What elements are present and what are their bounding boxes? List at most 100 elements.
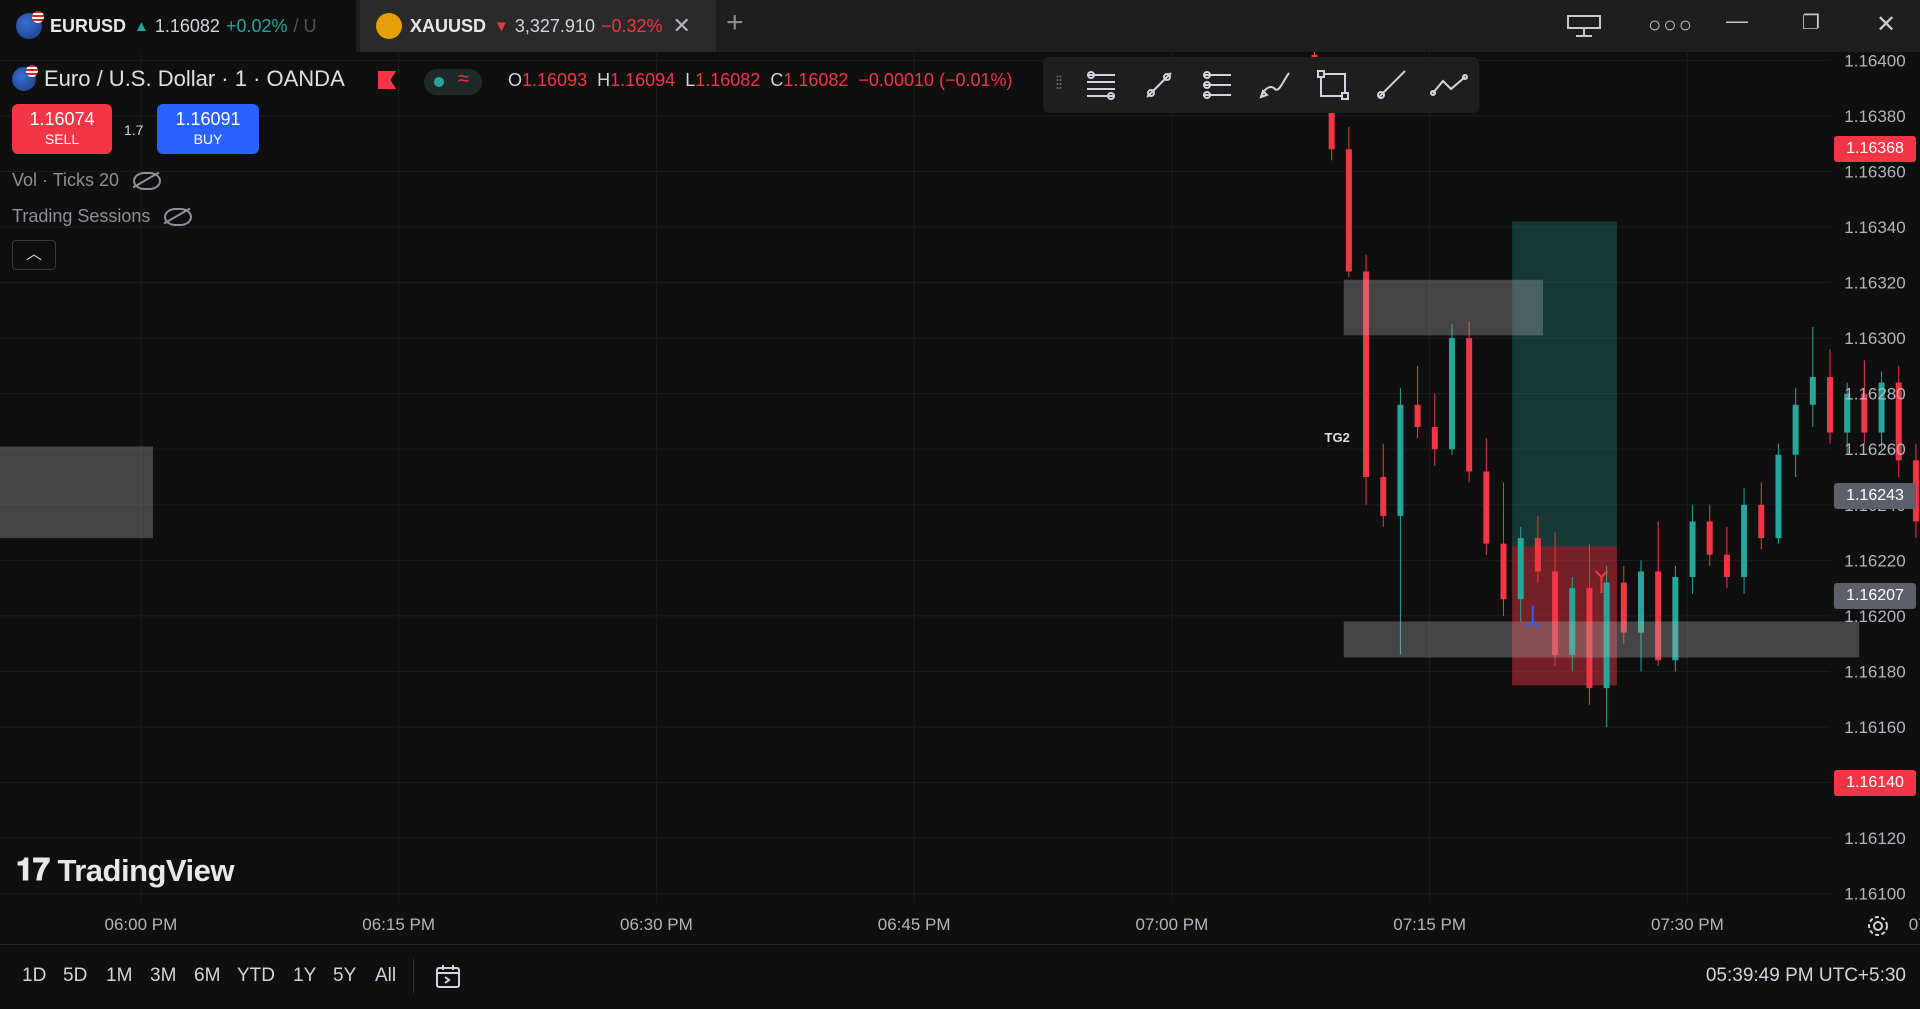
ray-line-icon[interactable] [1373, 69, 1409, 101]
chart-settings-icon[interactable] [1866, 914, 1890, 938]
price-zone-rectangle [1343, 621, 1860, 658]
x-axis-tick-label: 06:15 PM [362, 915, 435, 934]
trend-line-icon[interactable] [1141, 69, 1177, 101]
candlestick-chart[interactable]: 1.16400 1.16380 1.16360 1.16340 1.16320 1.163… [0, 52, 1920, 940]
ohlc-legend: O1.16093 H1.16094 L1.16082 C1.16082 −0.0… [508, 70, 1013, 90]
rectangle-icon[interactable] [1315, 69, 1351, 101]
ohlc-change: −0.00010 (−0.01%) [858, 70, 1013, 90]
buy-price: 1.16091 [175, 109, 241, 129]
market-status-badge[interactable] [424, 68, 482, 95]
x-axis-tick-label: 07:30 PM [1651, 915, 1724, 934]
candle-body [1345, 149, 1352, 272]
candle-body [1689, 521, 1696, 577]
y-axis-tick-label: 1.16160 [1844, 718, 1905, 737]
buy-button[interactable]: 1.16091 BUY [157, 104, 259, 154]
present-screen-icon[interactable] [1566, 14, 1602, 38]
candle-body [1500, 543, 1507, 600]
price-zone-rectangle [1343, 279, 1544, 336]
price-axis-label[interactable]: 1.16207 [1834, 583, 1916, 610]
chart-area[interactable]: 1.16400 1.16380 1.16360 1.16340 1.16320 1.163… [0, 52, 1920, 940]
toolbar-divider [413, 959, 414, 993]
candle-body [1706, 521, 1713, 555]
x-axis-tick-label: 06:45 PM [878, 915, 951, 934]
x-axis-tick-label: 06:00 PM [105, 915, 178, 934]
price-axis-label[interactable]: 1.16243 [1834, 483, 1916, 510]
drag-handle-icon[interactable]: ⁞⁞ [1055, 73, 1063, 94]
range-3m[interactable]: 3M [150, 965, 176, 987]
collapse-legend-button[interactable]: ︿ [12, 240, 56, 270]
spread-value: 1.7 [124, 122, 144, 138]
price-zone-rectangle [0, 446, 153, 539]
new-tab-plus-icon[interactable]: + [726, 6, 744, 40]
restore-window-icon[interactable]: ❐ [1802, 10, 1820, 35]
eye-hidden-icon[interactable] [164, 207, 193, 226]
chart-annotation[interactable]: TG2 [1325, 430, 1350, 445]
minimize-icon[interactable]: — [1726, 8, 1748, 34]
candle-body [1809, 377, 1816, 405]
range-1y[interactable]: 1Y [293, 965, 316, 987]
up-arrow-icon: ▲ [134, 17, 149, 35]
tab-bar: EURUSD ▲ 1.16082 +0.02% / U XAUUSD ▼ 3,3… [0, 0, 1920, 52]
ohlc-close: 1.16082 [783, 70, 849, 90]
candle-body [1741, 504, 1748, 577]
y-axis-tick-label: 1.16200 [1844, 607, 1905, 626]
tradingview-watermark: 𝟏𝟕 TradingView [16, 852, 235, 889]
timezone-clock[interactable]: 05:39:49 PM UTC+5:30 [1706, 965, 1906, 987]
indicator-label: Trading Sessions [12, 206, 151, 226]
range-all[interactable]: All [375, 965, 396, 987]
sell-label: SELL [44, 131, 80, 147]
path-icon[interactable] [1429, 69, 1469, 101]
tab-change: −0.32% [600, 15, 663, 36]
tab-overflow-text: / U [293, 15, 317, 36]
sell-price: 1.16074 [29, 109, 95, 129]
candle-body [1723, 554, 1730, 577]
indicator-trading-sessions[interactable]: Trading Sessions [12, 206, 193, 227]
price-axis-label[interactable]: 1.16140 [1834, 769, 1916, 796]
y-axis-tick-label: 1.16100 [1844, 885, 1905, 904]
candle-body [1792, 404, 1799, 455]
range-5y[interactable]: 5Y [333, 965, 356, 987]
stop-loss-zone [1512, 546, 1617, 686]
down-arrow-icon: ▼ [494, 17, 509, 35]
x-axis-tick-label: 06:30 PM [620, 915, 693, 934]
range-6m[interactable]: 6M [194, 965, 220, 987]
ohlc-low: 1.16082 [695, 70, 761, 90]
tradingview-logo-icon: 𝟏𝟕 [16, 852, 50, 887]
tab-xauusd[interactable]: XAUUSD ▼ 3,327.910 −0.32% ✕ [360, 0, 716, 52]
close-window-icon[interactable]: ✕ [1876, 10, 1896, 39]
calendar-goto-icon[interactable] [434, 962, 462, 990]
indicator-label: Vol · Ticks 20 [12, 170, 120, 190]
candle-body [1414, 404, 1421, 427]
fib-retracement-icon[interactable] [1083, 69, 1119, 101]
symbol-legend[interactable]: Euro / U.S. Dollar · 1 · OANDA [12, 65, 345, 92]
y-axis-tick-label: 1.16320 [1844, 274, 1905, 293]
eye-hidden-icon[interactable] [133, 171, 162, 190]
candle-body [1380, 477, 1387, 516]
brush-icon[interactable] [1257, 69, 1293, 101]
indicator-volume[interactable]: Vol · Ticks 20 [12, 170, 162, 191]
eu-us-flag-icon [12, 65, 38, 91]
tab-change: +0.02% [225, 15, 288, 36]
tab-eurusd[interactable]: EURUSD ▲ 1.16082 +0.02% / U [0, 0, 356, 52]
buy-label: BUY [193, 131, 223, 147]
bottom-toolbar: 1D 5D 1M 3M 6M YTD 1Y 5Y All 05:39:49 PM… [0, 944, 1920, 1009]
candle-body [1758, 504, 1765, 539]
range-ytd[interactable]: YTD [237, 965, 275, 987]
price-axis-label[interactable]: 1.16368 [1834, 136, 1916, 163]
y-axis-tick-label: 1.16260 [1844, 440, 1905, 459]
tab-price: 3,327.910 [514, 15, 595, 36]
x-axis-tick-label: 07:15 PM [1393, 915, 1466, 934]
y-axis-tick-label: 1.16400 [1844, 52, 1905, 70]
range-5d[interactable]: 5D [63, 965, 87, 987]
close-tab-icon[interactable]: ✕ [673, 13, 691, 39]
candle-body [1517, 538, 1524, 600]
eu-us-flag-icon [16, 11, 44, 39]
range-1d[interactable]: 1D [22, 965, 46, 987]
y-axis-tick-label: 1.16220 [1844, 551, 1905, 570]
range-1m[interactable]: 1M [106, 965, 132, 987]
candle-body [1775, 454, 1782, 539]
y-axis-tick-label: 1.16180 [1844, 662, 1905, 681]
parallel-channel-icon[interactable] [1199, 69, 1235, 101]
sell-button[interactable]: 1.16074 SELL [12, 104, 112, 154]
more-options-icon[interactable]: ○○○ [1648, 12, 1694, 38]
